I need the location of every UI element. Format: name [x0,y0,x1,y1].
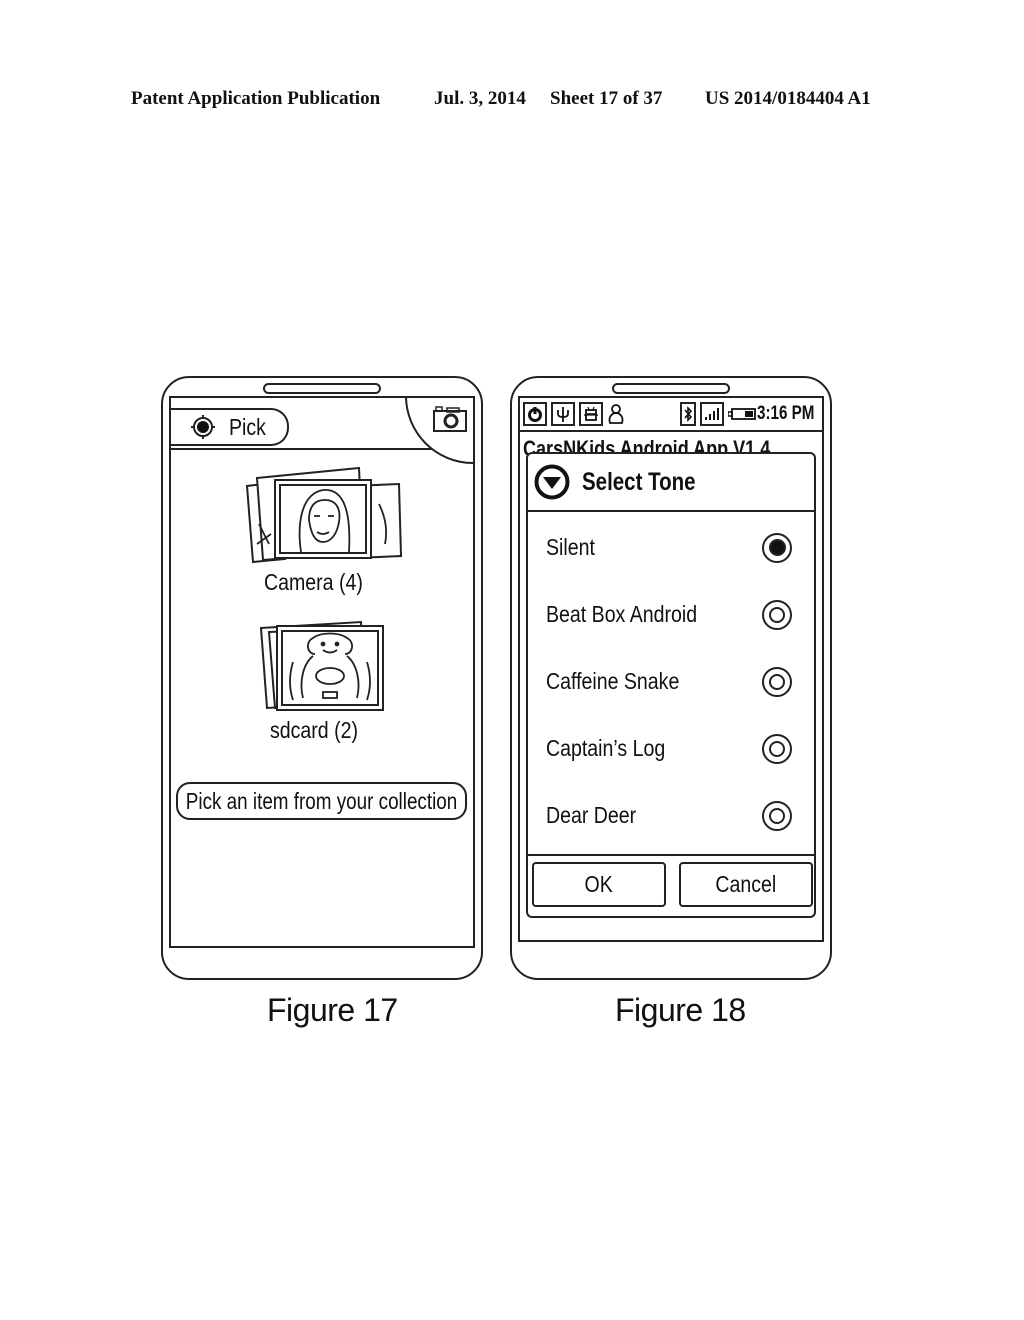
woman-photo-stack-icon [245,466,403,564]
tone-label: Captain’s Log [546,735,666,761]
signal-icon [700,402,725,426]
album-camera[interactable]: Camera (4) [239,464,405,596]
pick-button[interactable]: Pick [171,408,289,446]
tone-option[interactable]: Beat Box Android [528,581,814,648]
tone-option[interactable]: Dear Deer [528,782,814,849]
target-icon [191,415,215,439]
screen: 3:16 PM CarsNKids Android App V1.4 Selec… [518,396,824,942]
phone-figure-18: 3:16 PM CarsNKids Android App V1.4 Selec… [510,376,832,980]
tone-option[interactable]: Silent [528,514,814,581]
collection-button-label: Pick an item from your collection [185,787,458,814]
figure-18-caption: Figure 18 [615,992,746,1028]
sheet-number: Sheet 17 of 37 [550,88,663,109]
radio-selected[interactable] [762,532,792,563]
camera-icon [433,406,467,437]
radio-unselected[interactable] [762,666,792,697]
album-sdcard[interactable]: sdcard (2) [257,620,387,744]
screen: Pick Camera (4) sdcard (2) Pick an item … [169,396,475,948]
android-debug-icon [579,402,603,426]
status-time: 3:16 PM [757,403,815,424]
tone-option[interactable]: Caffeine Snake [528,648,814,715]
person-icon [607,403,625,425]
child-photo-stack-icon [259,620,384,711]
usb-icon [551,402,575,426]
tone-label: Dear Deer [546,802,637,828]
figure-17-caption: Figure 17 [267,992,398,1028]
pick-label: Pick [229,413,266,440]
dropdown-arrow-icon [534,464,570,500]
tone-label: Beat Box Android [546,601,698,627]
tone-label: Silent [546,534,595,560]
patent-number: US 2014/0184404 A1 [705,88,871,109]
radio-unselected[interactable] [762,800,792,831]
publication-title: Patent Application Publication [131,88,381,109]
publication-date: Jul. 3, 2014 [434,88,526,109]
radio-unselected[interactable] [762,733,792,764]
battery-icon [728,407,757,421]
cancel-button[interactable]: Cancel [679,862,813,907]
cancel-label: Cancel [715,871,777,897]
power-icon [523,402,547,426]
select-tone-dialog: Select Tone Silent Beat Box Android Caff… [526,452,816,918]
dialog-title: Select Tone [582,467,696,496]
speaker-slot [263,383,381,394]
bluetooth-icon [680,402,697,426]
dialog-header: Select Tone [528,454,814,512]
dialog-footer: OK Cancel [528,854,814,916]
toolbar-divider [171,448,473,450]
tone-option[interactable]: Captain’s Log [528,715,814,782]
status-bar: 3:16 PM [520,398,822,432]
camera-button[interactable] [405,398,473,464]
ok-button[interactable]: OK [532,862,666,907]
radio-unselected[interactable] [762,599,792,630]
album-label: Camera (4) [263,569,363,595]
ok-label: OK [584,871,614,897]
album-label: sdcard (2) [270,717,359,743]
phone-figure-17: Pick Camera (4) sdcard (2) Pick an item … [161,376,483,980]
speaker-slot [612,383,730,394]
tone-label: Caffeine Snake [546,668,680,694]
pick-from-collection-button[interactable]: Pick an item from your collection [176,782,467,820]
